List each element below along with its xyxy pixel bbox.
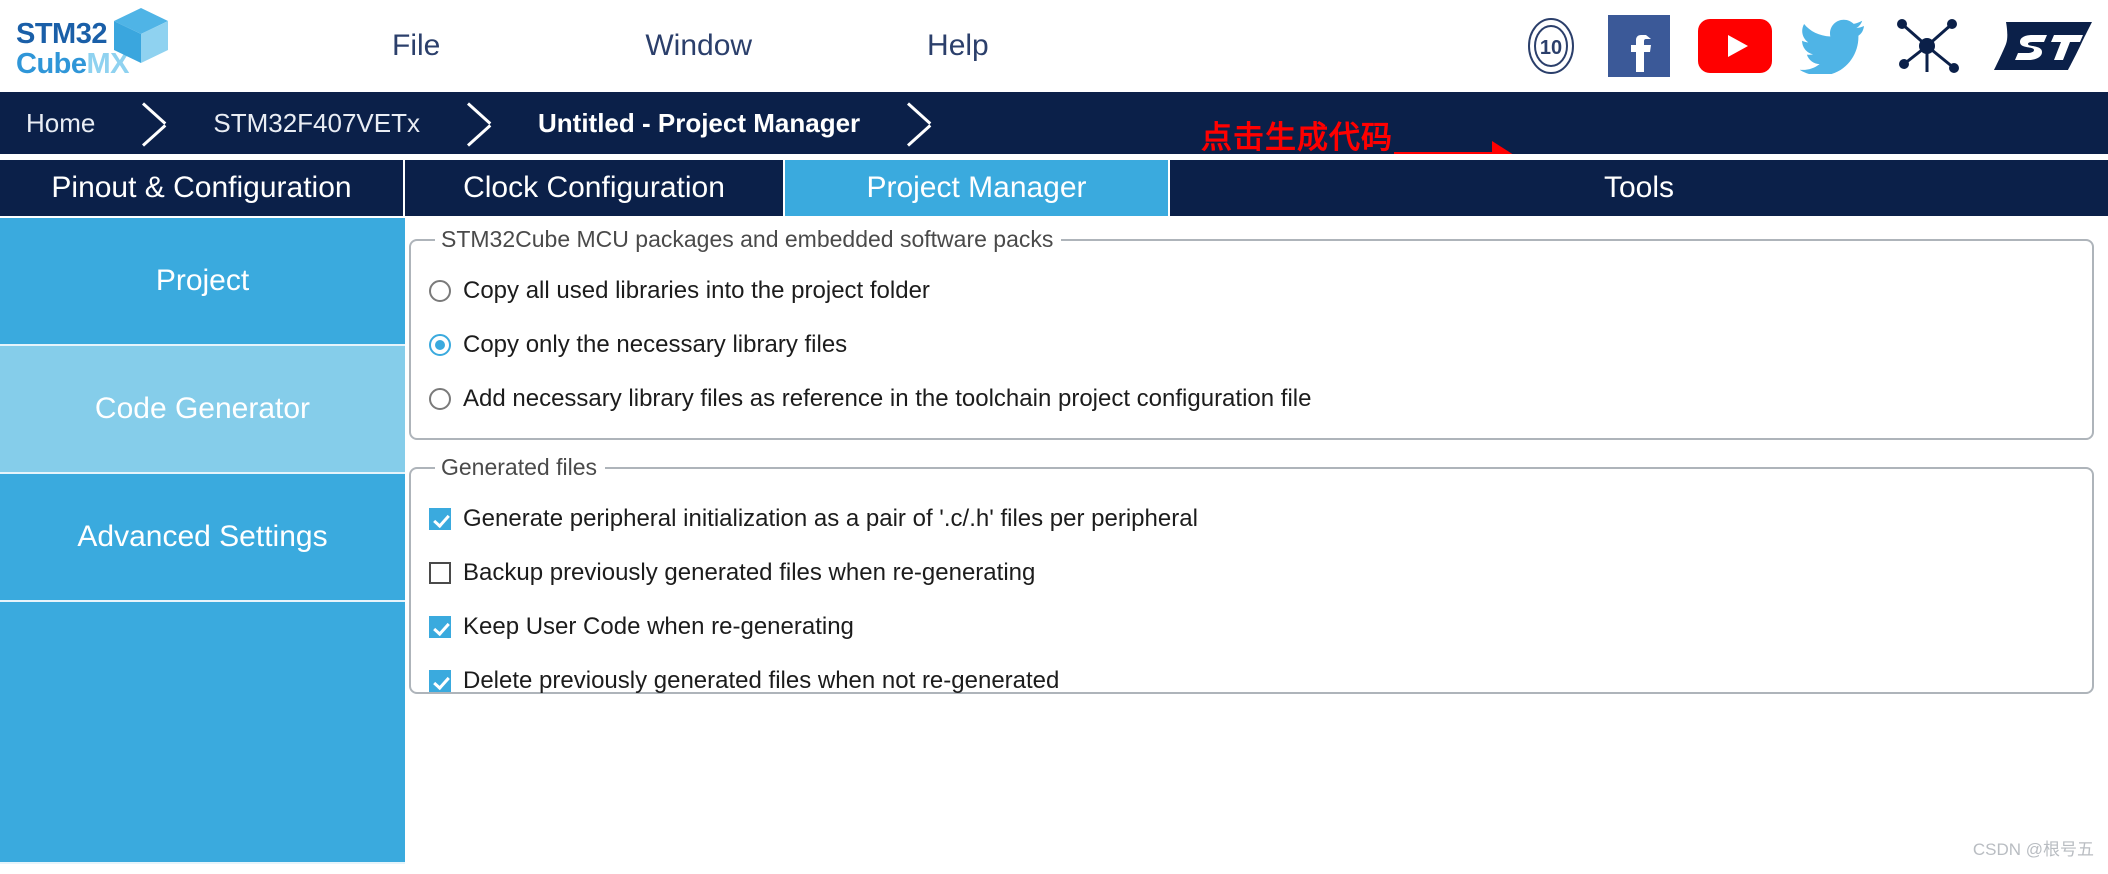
watermark: CSDN @根号五 bbox=[1972, 840, 2094, 859]
radio-icon[interactable] bbox=[429, 388, 451, 410]
radio-copy-necessary-library-files[interactable]: Copy only the necessary library files bbox=[429, 325, 2092, 365]
checkbox-generate-peripheral-init-label: Generate peripheral initialization as a … bbox=[463, 505, 1198, 532]
generated-files-group-title: Generated files bbox=[441, 454, 597, 480]
menu-items: File Window Help bbox=[180, 0, 1522, 92]
checkbox-icon-checked[interactable] bbox=[429, 616, 451, 638]
checkbox-icon-checked[interactable] bbox=[429, 670, 451, 692]
youtube-icon[interactable] bbox=[1698, 19, 1772, 73]
st-logo-icon[interactable] bbox=[1988, 18, 2096, 74]
logo-line2-cube-text: Cube bbox=[16, 47, 87, 80]
menu-item-help[interactable]: Help bbox=[927, 29, 989, 63]
radio-add-library-as-reference[interactable]: Add necessary library files as reference… bbox=[429, 379, 2092, 419]
tab-clock-configuration[interactable]: Clock Configuration bbox=[405, 160, 785, 216]
breadcrumb-chevron-icon bbox=[139, 92, 173, 154]
logo-line1-text: STM32 bbox=[16, 18, 107, 50]
checkbox-keep-user-code[interactable]: Keep User Code when re-generating bbox=[429, 607, 2092, 647]
radio-copy-all-libraries-label: Copy all used libraries into the project… bbox=[463, 277, 930, 304]
ten-years-badge-icon[interactable]: 10 bbox=[1522, 17, 1580, 75]
tab-pinout-configuration[interactable]: Pinout & Configuration bbox=[0, 160, 405, 216]
breadcrumb-project[interactable]: Untitled - Project Manager bbox=[538, 108, 860, 139]
breadcrumb-mcu[interactable]: STM32F407VETx bbox=[213, 108, 420, 139]
radio-copy-all-libraries[interactable]: Copy all used libraries into the project… bbox=[429, 271, 2092, 311]
cube-icon bbox=[114, 8, 168, 63]
network-icon[interactable] bbox=[1894, 16, 1960, 76]
breadcrumb-bar: Home STM32F407VETx Untitled - Project Ma… bbox=[0, 92, 2108, 154]
mcu-packages-group: STM32Cube MCU packages and embedded soft… bbox=[409, 226, 2094, 440]
radio-icon[interactable] bbox=[429, 280, 451, 302]
checkbox-generate-peripheral-init[interactable]: Generate peripheral initialization as a … bbox=[429, 499, 2092, 539]
radio-copy-necessary-library-files-label: Copy only the necessary library files bbox=[463, 331, 848, 358]
annotation-arrow-head-icon bbox=[1492, 141, 1514, 154]
sidebar-item-code-generator[interactable]: Code Generator bbox=[0, 346, 405, 474]
menu-bar: STM32 CubeMX File Window Help 10 bbox=[0, 0, 2108, 92]
checkbox-icon[interactable] bbox=[429, 562, 451, 584]
radio-add-library-as-reference-label: Add necessary library files as reference… bbox=[463, 385, 1312, 412]
app-logo[interactable]: STM32 CubeMX bbox=[0, 0, 180, 92]
project-manager-sidebar: Project Code Generator Advanced Settings bbox=[0, 216, 405, 864]
sidebar-item-project[interactable]: Project bbox=[0, 218, 405, 346]
checkbox-delete-previously-generated-label: Delete previously generated files when n… bbox=[463, 667, 1060, 694]
facebook-icon[interactable] bbox=[1608, 15, 1670, 77]
mcu-packages-group-title: STM32Cube MCU packages and embedded soft… bbox=[441, 226, 1054, 252]
stm32cubemx-window: STM32 CubeMX File Window Help 10 Home ST… bbox=[0, 0, 2108, 874]
svg-text:10: 10 bbox=[1540, 37, 1562, 59]
main-tab-bar: Pinout & Configuration Clock Configurati… bbox=[0, 160, 2108, 216]
checkbox-backup-previously-generated[interactable]: Backup previously generated files when r… bbox=[429, 553, 2092, 593]
annotation-click-generate-code: 点击生成代码 bbox=[1201, 120, 1393, 154]
social-icon-group: 10 bbox=[1522, 0, 2108, 92]
body-area: Project Code Generator Advanced Settings… bbox=[0, 216, 2108, 864]
breadcrumb-chevron-icon bbox=[904, 92, 938, 154]
breadcrumb-chevron-icon bbox=[464, 92, 498, 154]
generated-files-group: Generated files Generate peripheral init… bbox=[409, 454, 2094, 694]
twitter-icon[interactable] bbox=[1800, 18, 1866, 74]
sidebar-filler bbox=[0, 602, 405, 864]
checkbox-keep-user-code-label: Keep User Code when re-generating bbox=[463, 613, 854, 640]
checkbox-backup-previously-generated-label: Backup previously generated files when r… bbox=[463, 559, 1036, 586]
annotation-arrow-line bbox=[1394, 152, 1496, 154]
checkbox-icon-checked[interactable] bbox=[429, 508, 451, 530]
tab-tools[interactable]: Tools bbox=[1170, 160, 2108, 216]
breadcrumb-home[interactable]: Home bbox=[26, 108, 95, 139]
checkbox-delete-previously-generated[interactable]: Delete previously generated files when n… bbox=[429, 661, 2092, 701]
menu-item-window[interactable]: Window bbox=[645, 29, 752, 63]
sidebar-item-advanced-settings[interactable]: Advanced Settings bbox=[0, 474, 405, 602]
code-generator-panel: STM32Cube MCU packages and embedded soft… bbox=[405, 216, 2108, 864]
tab-project-manager[interactable]: Project Manager bbox=[785, 160, 1170, 216]
radio-icon-checked[interactable] bbox=[429, 334, 451, 356]
menu-item-file[interactable]: File bbox=[392, 29, 440, 63]
